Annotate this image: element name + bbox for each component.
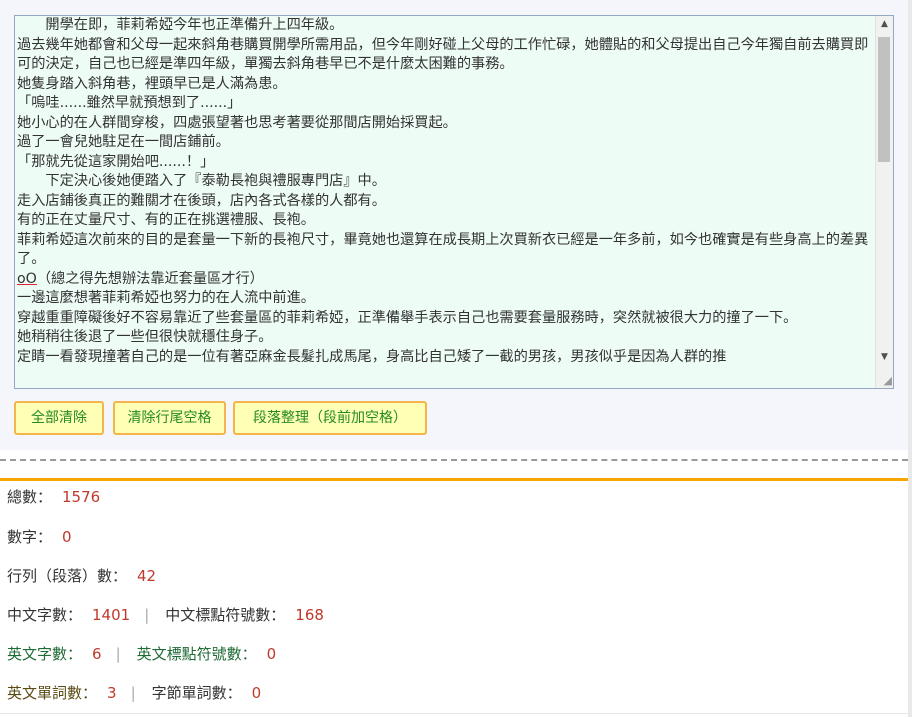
- editor-line: 定睛一看發現撞著自己的是一位有著亞麻金長髮扎成馬尾，身高比自己矮了一截的男孩，男…: [17, 348, 727, 365]
- stat-label: 行列（段落）數：: [7, 567, 128, 585]
- stat-separator: |: [144, 606, 150, 624]
- emoticon-text: oO: [17, 270, 37, 287]
- stat-value: 42: [137, 567, 157, 585]
- clear-all-button[interactable]: 全部清除: [14, 401, 104, 435]
- editor-line: 她稍稍往後退了一些但很快就穩住身子。: [17, 329, 273, 345]
- editor-line: 「嗚哇......雖然早就預想到了......」: [17, 95, 242, 111]
- resize-grip-icon[interactable]: ◢: [880, 375, 892, 387]
- stat-chinese: 中文字數： 1401 | 中文標點符號數： 168: [7, 600, 324, 630]
- stat-separator: |: [115, 645, 121, 663]
- stat-label: 字節單詞數：: [151, 684, 242, 702]
- editor-line: 有的正在丈量尺寸、有的正在挑選禮服、長袍。: [17, 212, 315, 228]
- editor-line-text: （總之得先想辦法靠近套量區才行）: [36, 270, 264, 287]
- dashed-divider: [0, 459, 908, 461]
- page-scroll-gutter: [908, 0, 912, 717]
- editor-panel: 開學在即，菲莉希婭今年也正準備升上四年級。 過去幾年她都會和父母一起來斜角巷購買…: [0, 0, 908, 450]
- stat-label: 英文字數：: [7, 645, 83, 663]
- stat-value: 3: [107, 684, 117, 702]
- editor-line: 她隻身踏入斜角巷，裡頭早已是人滿為患。: [17, 75, 287, 92]
- editor-scrollbar[interactable]: ▲ ▼: [875, 16, 893, 388]
- editor-line: 菲莉希婭這次前來的目的是套量一下新的長袍尺寸，畢竟她也還算在成長期上次買新衣已經…: [17, 231, 869, 268]
- editor-line: 「那就先從這家開始吧......！」: [17, 153, 215, 170]
- editor-line: 過去幾年她都會和父母一起來斜角巷購買開學所需用品，但今年剛好碰上父母的工作忙碌，…: [17, 36, 869, 73]
- bottom-divider: [0, 713, 908, 714]
- paragraph-format-button[interactable]: 段落整理（段前加空格）: [233, 401, 427, 435]
- text-editor[interactable]: 開學在即，菲莉希婭今年也正準備升上四年級。 過去幾年她都會和父母一起來斜角巷購買…: [14, 15, 894, 389]
- stat-value: 0: [62, 528, 72, 546]
- stat-english: 英文字數： 6 | 英文標點符號數： 0: [7, 639, 276, 669]
- editor-line: 開學在即，菲莉希婭今年也正準備升上四年級。: [17, 17, 344, 33]
- stat-value: 1576: [62, 488, 101, 506]
- editor-content[interactable]: 開學在即，菲莉希婭今年也正準備升上四年級。 過去幾年她都會和父母一起來斜角巷購買…: [17, 16, 873, 367]
- stat-words: 英文單詞數： 3 | 字節單詞數： 0: [7, 678, 261, 708]
- stat-separator: |: [130, 684, 136, 702]
- stat-value: 0: [251, 684, 262, 702]
- stats-top-border: [0, 478, 908, 481]
- stat-value: 0: [266, 645, 277, 663]
- stat-label: 英文單詞數：: [7, 684, 98, 702]
- stat-label: 總數：: [7, 488, 53, 506]
- editor-line: 一邊這麼想著菲莉希婭也努力的在人流中前進。: [17, 290, 315, 306]
- editor-line: oO（總之得先想辦法靠近套量區才行）: [17, 270, 873, 290]
- stat-value: 168: [295, 606, 324, 624]
- scroll-down-arrow-icon[interactable]: ▼: [876, 349, 893, 366]
- editor-line: 穿越重重障礙後好不容易靠近了些套量區的菲莉希婭，正準備舉手表示自己也需要套量服務…: [17, 309, 798, 326]
- editor-line: 走入店鋪後真正的難關才在後頭，店內各式各樣的人都有。: [17, 192, 386, 209]
- stat-digits: 數字： 0: [7, 522, 72, 552]
- stat-lines: 行列（段落）數： 42: [7, 561, 156, 591]
- trim-trailing-spaces-button[interactable]: 清除行尾空格: [113, 401, 226, 435]
- stat-label: 中文標點符號數：: [165, 606, 286, 624]
- stat-value: 6: [92, 645, 102, 663]
- stat-label: 英文標點符號數：: [136, 645, 257, 663]
- stat-value: 1401: [92, 606, 131, 624]
- scroll-up-arrow-icon[interactable]: ▲: [876, 16, 893, 33]
- editor-line: 下定決心後她便踏入了『泰勒長袍與禮服專門店』中。: [17, 173, 386, 189]
- stat-label: 數字：: [7, 528, 53, 546]
- editor-line: 過了一會兒她駐足在一間店鋪前。: [17, 134, 230, 150]
- stat-label: 中文字數：: [7, 606, 83, 624]
- stat-total: 總數： 1576: [7, 482, 100, 512]
- editor-line: 她小心的在人群間穿梭，四處張望著也思考著要從那間店開始採買起。: [17, 114, 457, 131]
- scroll-thumb[interactable]: [878, 37, 890, 162]
